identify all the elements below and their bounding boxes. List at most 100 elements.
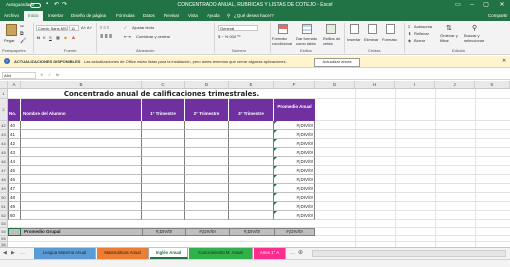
sort-filter-button[interactable]: Ordenar y filtrar bbox=[440, 33, 464, 43]
fill-color-icon[interactable]: ◆ bbox=[64, 35, 67, 40]
clear-button[interactable]: Borrar bbox=[414, 38, 425, 43]
row-header[interactable]: 44 bbox=[0, 139, 8, 148]
row-header[interactable]: 47 bbox=[0, 166, 8, 175]
horizontal-scrollbar[interactable] bbox=[312, 250, 506, 257]
grade-t3[interactable] bbox=[229, 184, 274, 193]
select-all[interactable] bbox=[0, 81, 8, 89]
autosum-button[interactable]: Autosuma bbox=[414, 24, 432, 29]
grade-t1[interactable] bbox=[142, 121, 185, 130]
grade-t2[interactable] bbox=[185, 130, 229, 139]
font-grow-icon[interactable]: A˄ A˅ bbox=[81, 25, 92, 30]
more-tabs-icon[interactable]: … bbox=[290, 250, 295, 256]
annual-average[interactable]: #¡DIV/0! bbox=[274, 148, 315, 157]
formula-input[interactable] bbox=[66, 72, 506, 79]
ribbon-display-icon[interactable]: ▭ bbox=[452, 0, 464, 11]
grade-t3[interactable] bbox=[229, 193, 274, 202]
column-header-f[interactable]: F bbox=[274, 81, 315, 89]
tab-diseno[interactable]: Diseño de página bbox=[71, 13, 106, 18]
student-number[interactable]: 43 bbox=[8, 148, 21, 157]
cond-format-button[interactable]: Formato condicional bbox=[272, 36, 294, 46]
font-size-box[interactable]: 11 bbox=[69, 25, 79, 31]
tab-datos[interactable]: Datos bbox=[143, 13, 155, 18]
student-name[interactable] bbox=[21, 157, 142, 166]
delete-cells-icon[interactable] bbox=[368, 24, 377, 34]
name-box[interactable]: A54 bbox=[2, 72, 36, 79]
student-name[interactable] bbox=[21, 202, 142, 211]
clear-icon[interactable]: ◈ bbox=[408, 38, 411, 43]
underline-icon[interactable]: S bbox=[49, 35, 52, 40]
maximize-icon[interactable]: ▢ bbox=[480, 0, 492, 11]
grade-t3[interactable] bbox=[229, 175, 274, 184]
student-number[interactable]: 42 bbox=[8, 139, 21, 148]
cancel-icon[interactable]: ✕ bbox=[40, 72, 43, 77]
column-header-i[interactable]: I bbox=[395, 81, 435, 89]
enter-icon[interactable]: ✓ bbox=[48, 72, 51, 77]
student-number[interactable]: 47 bbox=[8, 184, 21, 193]
borders-icon[interactable]: ▦ bbox=[56, 35, 60, 40]
grade-t1[interactable] bbox=[142, 139, 185, 148]
row-header[interactable]: 54 bbox=[0, 228, 8, 236]
student-number[interactable]: 48 bbox=[8, 193, 21, 202]
header-t1[interactable]: 1° Trimestre bbox=[142, 99, 185, 121]
sheet-tab-lengua[interactable]: Lengua Materna Anual bbox=[34, 248, 96, 259]
grade-t1[interactable] bbox=[142, 211, 185, 220]
summary-t2[interactable]: #¡DIV/0! bbox=[185, 228, 229, 236]
header-t2[interactable]: 2° Trimestre bbox=[185, 99, 229, 121]
format-cells-icon[interactable] bbox=[386, 24, 395, 34]
student-number[interactable]: 45 bbox=[8, 166, 21, 175]
grade-t2[interactable] bbox=[185, 157, 229, 166]
row-header[interactable]: 2 bbox=[0, 99, 8, 121]
annual-average[interactable]: #¡DIV/0! bbox=[274, 157, 315, 166]
cond-format-icon[interactable] bbox=[278, 24, 288, 34]
minimize-icon[interactable]: – bbox=[466, 0, 478, 11]
row-header[interactable]: 42 bbox=[0, 121, 8, 130]
grade-t1[interactable] bbox=[142, 184, 185, 193]
tab-inicio[interactable]: Inicio bbox=[24, 11, 43, 21]
tell-me-box[interactable]: ¿Qué desea hacer? bbox=[234, 13, 274, 18]
grade-t1[interactable] bbox=[142, 175, 185, 184]
autosum-icon[interactable]: Σ bbox=[408, 24, 410, 29]
tab-ayuda[interactable]: Ayuda bbox=[207, 13, 220, 18]
row-header[interactable]: 43 bbox=[0, 130, 8, 139]
format-table-icon[interactable] bbox=[302, 24, 312, 34]
insert-cells-button[interactable]: Insertar bbox=[347, 37, 361, 42]
cut-icon[interactable]: ✂ bbox=[20, 24, 24, 30]
grade-t1[interactable] bbox=[142, 148, 185, 157]
student-number[interactable]: 50 bbox=[8, 211, 21, 220]
grade-t3[interactable] bbox=[229, 121, 274, 130]
delete-cells-button[interactable]: Eliminar bbox=[364, 37, 378, 42]
annual-average[interactable]: #¡DIV/0! bbox=[274, 184, 315, 193]
grade-t1[interactable] bbox=[142, 130, 185, 139]
grade-t3[interactable] bbox=[229, 139, 274, 148]
row-header[interactable]: 51 bbox=[0, 202, 8, 211]
annual-average[interactable]: #¡DIV/0! bbox=[274, 121, 315, 130]
font-color-icon[interactable]: A bbox=[72, 35, 75, 40]
annual-average[interactable]: #¡DIV/0! bbox=[274, 211, 315, 220]
column-header-d[interactable]: D bbox=[185, 81, 229, 89]
close-infobar-icon[interactable]: ✕ bbox=[502, 58, 506, 64]
student-name[interactable] bbox=[21, 121, 142, 130]
merge-center-button[interactable]: Combinar y centrar bbox=[136, 34, 170, 39]
column-header-e[interactable]: E bbox=[229, 81, 274, 89]
copy-icon[interactable]: ⧉ bbox=[20, 31, 24, 37]
annual-average[interactable]: #¡DIV/0! bbox=[274, 139, 315, 148]
align-top-icon[interactable]: ≡ ≡ ≡ bbox=[100, 25, 109, 30]
student-number[interactable]: 40 bbox=[8, 121, 21, 130]
column-header-g[interactable]: G bbox=[315, 81, 355, 89]
student-name[interactable] bbox=[21, 184, 142, 193]
grade-t3[interactable] bbox=[229, 211, 274, 220]
sheet-tab-ingles[interactable]: Inglés Anual bbox=[150, 248, 188, 259]
student-name[interactable] bbox=[21, 175, 142, 184]
row-header[interactable]: 52 bbox=[0, 211, 8, 220]
fill-icon[interactable]: ⬇ bbox=[408, 31, 411, 36]
indent-icon[interactable]: ⇤⇥ bbox=[124, 34, 131, 39]
column-header-h[interactable]: H bbox=[355, 81, 395, 89]
sort-filter-icon[interactable]: ⇅ bbox=[446, 24, 452, 32]
paste-icon[interactable] bbox=[6, 24, 17, 36]
font-name-box[interactable]: Comic Sans MS bbox=[36, 25, 68, 31]
student-number[interactable]: 44 bbox=[8, 157, 21, 166]
grade-t1[interactable] bbox=[142, 166, 185, 175]
column-header-c[interactable]: C bbox=[142, 81, 185, 89]
grade-t3[interactable] bbox=[229, 202, 274, 211]
italic-icon[interactable]: K bbox=[43, 35, 46, 40]
